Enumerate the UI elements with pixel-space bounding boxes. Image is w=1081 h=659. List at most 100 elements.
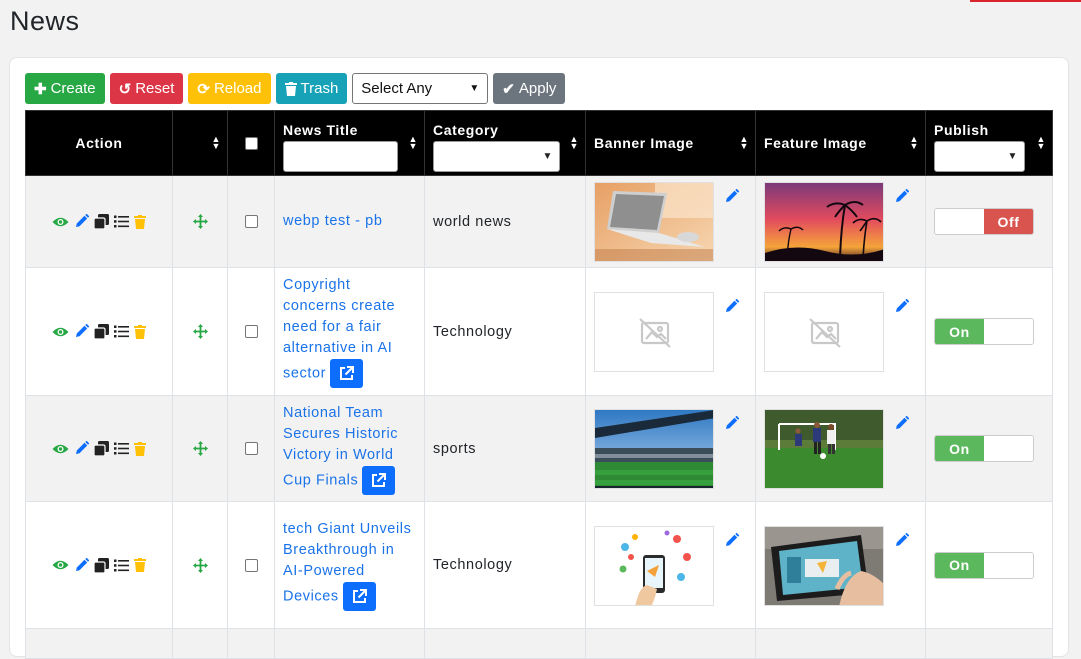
edit-image-icon[interactable] bbox=[724, 532, 740, 548]
publish-toggle[interactable]: On bbox=[934, 435, 1034, 462]
view-icon[interactable] bbox=[52, 443, 69, 455]
sort-icon[interactable]: ▲ ▼ bbox=[909, 135, 919, 151]
drag-handle-cell[interactable] bbox=[172, 501, 228, 629]
publish-toggle[interactable]: On bbox=[934, 318, 1034, 345]
drag-handle-cell[interactable] bbox=[172, 267, 228, 396]
delete-icon[interactable] bbox=[134, 214, 146, 229]
header-category[interactable]: Category ▼ ▲ ▼ bbox=[424, 110, 586, 176]
apply-button[interactable]: ✔ Apply bbox=[493, 73, 566, 104]
row-actions bbox=[25, 501, 173, 629]
feature-image-cell bbox=[755, 395, 926, 502]
banner-image-thumbnail[interactable] bbox=[594, 409, 714, 489]
category-text: world news bbox=[433, 213, 512, 230]
check-icon: ✔ bbox=[502, 80, 515, 98]
row-checkbox[interactable] bbox=[244, 558, 258, 572]
delete-icon[interactable] bbox=[134, 324, 146, 339]
row-select-cell bbox=[227, 267, 275, 396]
feature-image-thumbnail[interactable] bbox=[764, 292, 884, 372]
table-row bbox=[25, 628, 1053, 659]
edit-icon[interactable] bbox=[74, 441, 89, 456]
view-icon[interactable] bbox=[52, 216, 69, 228]
delete-icon[interactable] bbox=[134, 441, 146, 456]
header-banner-image[interactable]: Banner Image ▲ ▼ bbox=[585, 110, 756, 176]
edit-image-icon[interactable] bbox=[724, 188, 740, 204]
sort-icon[interactable]: ▲ ▼ bbox=[569, 135, 579, 151]
row-checkbox[interactable] bbox=[244, 215, 258, 228]
trash-button[interactable]: Trash bbox=[275, 73, 348, 104]
edit-image-icon[interactable] bbox=[894, 415, 910, 431]
delete-icon[interactable] bbox=[134, 558, 146, 572]
toggle-knob bbox=[935, 209, 984, 234]
toggle-knob bbox=[984, 436, 1033, 461]
edit-icon[interactable] bbox=[74, 324, 89, 339]
row-actions bbox=[25, 395, 173, 502]
banner-image-thumbnail[interactable] bbox=[594, 526, 714, 606]
edit-icon[interactable] bbox=[74, 557, 89, 573]
publish-toggle[interactable]: Off bbox=[934, 208, 1034, 235]
list-icon[interactable] bbox=[114, 325, 129, 338]
header-news-title[interactable]: News Title ▲ ▼ bbox=[274, 110, 425, 176]
banner-image-thumbnail[interactable] bbox=[594, 292, 714, 372]
copy-icon[interactable] bbox=[94, 441, 109, 456]
category-cell: Technology bbox=[424, 267, 586, 396]
feature-image-thumbnail[interactable] bbox=[764, 182, 884, 262]
sort-icon[interactable]: ▲ ▼ bbox=[211, 135, 221, 151]
copy-icon[interactable] bbox=[94, 324, 109, 339]
list-icon[interactable] bbox=[114, 215, 129, 228]
news-title-link[interactable]: webp test - pb bbox=[283, 213, 382, 229]
publish-cell: On bbox=[925, 267, 1053, 396]
feature-image-thumbnail[interactable] bbox=[764, 526, 884, 606]
list-icon[interactable] bbox=[114, 559, 129, 572]
sort-icon[interactable]: ▲ ▼ bbox=[739, 135, 749, 151]
category-filter-select[interactable]: ▼ bbox=[433, 141, 560, 172]
header-sort-order[interactable]: ▲ ▼ bbox=[172, 110, 228, 176]
publish-filter-select[interactable]: ▼ bbox=[934, 141, 1025, 172]
empty-cell bbox=[25, 628, 173, 659]
copy-icon[interactable] bbox=[94, 214, 109, 229]
drag-move-icon[interactable] bbox=[192, 214, 208, 229]
copy-icon[interactable] bbox=[94, 557, 109, 573]
toggle-state-label: Off bbox=[984, 209, 1033, 234]
drag-handle-cell[interactable] bbox=[172, 175, 228, 268]
publish-toggle[interactable]: On bbox=[934, 551, 1034, 579]
sort-icon[interactable]: ▲ ▼ bbox=[408, 135, 418, 151]
edit-image-icon[interactable] bbox=[724, 415, 740, 431]
create-button[interactable]: ✚ Create bbox=[25, 73, 105, 104]
news-title-cell: Copyright concerns create need for a fai… bbox=[274, 267, 425, 396]
table-header-row: Action ▲▼ News Title ▲▼ Category ▼ ▲▼ bbox=[25, 110, 1053, 176]
row-checkbox[interactable] bbox=[244, 442, 258, 455]
reload-button[interactable]: ⟳ Reload bbox=[188, 73, 271, 104]
open-external-link-button[interactable] bbox=[362, 465, 396, 495]
header-feature-image[interactable]: Feature Image ▲ ▼ bbox=[755, 110, 926, 176]
edit-image-icon[interactable] bbox=[894, 188, 910, 204]
view-icon[interactable] bbox=[52, 559, 69, 571]
edit-image-icon[interactable] bbox=[894, 298, 910, 314]
header-action: Action bbox=[25, 110, 173, 176]
open-external-link-button[interactable] bbox=[330, 359, 364, 388]
reset-button[interactable]: ↺ Reset bbox=[109, 73, 184, 104]
open-external-link-button[interactable] bbox=[342, 582, 376, 611]
row-checkbox[interactable] bbox=[244, 325, 258, 338]
news-title-filter-input[interactable] bbox=[283, 141, 398, 172]
apply-label: Apply bbox=[518, 80, 557, 97]
publish-cell: On bbox=[925, 395, 1053, 502]
drag-handle-cell[interactable] bbox=[172, 395, 228, 502]
edit-image-icon[interactable] bbox=[724, 298, 740, 314]
refresh-icon: ⟳ bbox=[197, 80, 210, 98]
sort-icon[interactable]: ▲ ▼ bbox=[1036, 135, 1046, 151]
drag-move-icon[interactable] bbox=[192, 441, 208, 456]
drag-move-icon[interactable] bbox=[192, 557, 208, 573]
view-icon[interactable] bbox=[52, 326, 69, 338]
edit-image-icon[interactable] bbox=[894, 532, 910, 548]
chevron-down-icon: ▼ bbox=[1007, 151, 1018, 162]
category-text: Technology bbox=[433, 323, 513, 340]
list-icon[interactable] bbox=[114, 442, 129, 455]
edit-icon[interactable] bbox=[74, 214, 89, 229]
banner-image-thumbnail[interactable] bbox=[594, 182, 714, 262]
feature-image-thumbnail[interactable] bbox=[764, 409, 884, 489]
chevron-down-icon: ▼ bbox=[542, 151, 553, 162]
bulk-action-select[interactable]: Select Any ▼ bbox=[352, 73, 489, 104]
select-all-checkbox[interactable] bbox=[244, 136, 258, 150]
drag-move-icon[interactable] bbox=[192, 324, 208, 339]
header-publish[interactable]: Publish ▼ ▲ ▼ bbox=[925, 110, 1053, 176]
